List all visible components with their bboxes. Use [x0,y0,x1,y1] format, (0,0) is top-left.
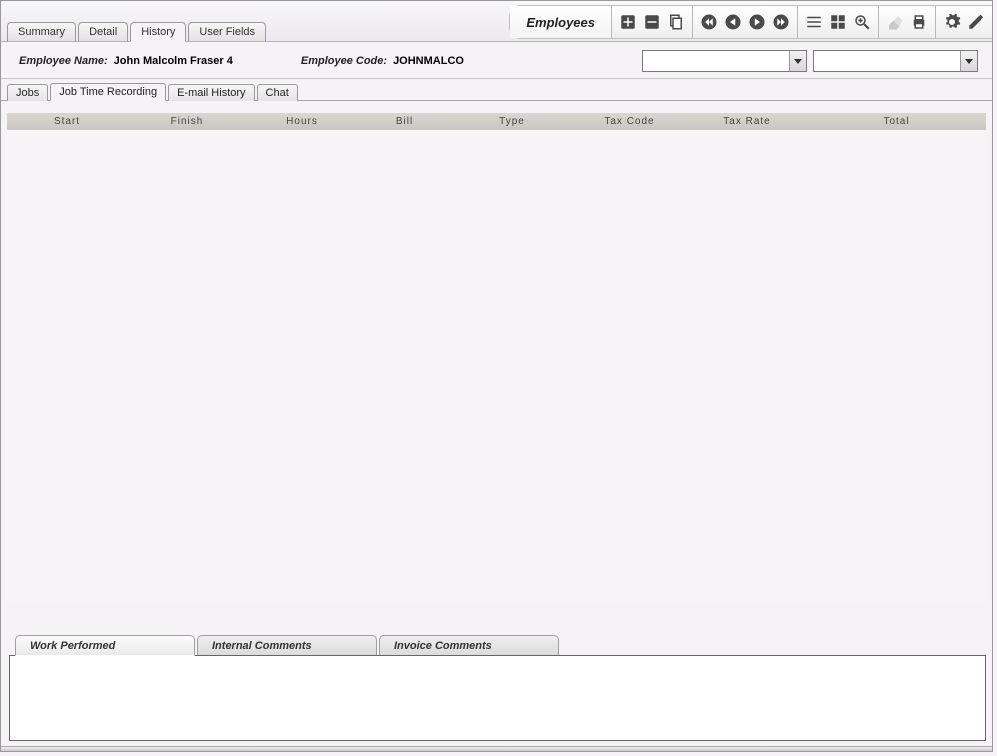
table-header: Start Finish Hours Bill Type Tax Code Ta… [7,113,986,130]
first-record-button[interactable] [698,11,720,33]
col-start[interactable]: Start [7,116,127,127]
tab-invoice-comments[interactable]: Invoice Comments [379,635,559,656]
copy-record-button[interactable] [665,11,687,33]
sub-tab-job-time[interactable]: Job Time Recording [50,83,166,101]
sub-tab-jobs[interactable]: Jobs [7,84,48,101]
filter-combo-1-input[interactable] [643,51,789,71]
module-title: Employees [510,6,612,38]
tab-user-fields[interactable]: User Fields [188,22,266,42]
employee-name-value: John Malcolm Fraser 4 [114,55,233,67]
time-recording-table: Start Finish Hours Bill Type Tax Code Ta… [7,113,986,603]
tab-summary[interactable]: Summary [7,22,76,42]
app-window: Employees [0,0,993,752]
list-view-button[interactable] [803,11,825,33]
statusbar [1,746,992,751]
sub-tab-email[interactable]: E-mail History [168,84,254,101]
top-toolbar-area: Employees [1,1,992,42]
filter-combo-2-input[interactable] [814,51,960,71]
col-tax-code[interactable]: Tax Code [572,116,687,127]
employee-code-label: Employee Code: [301,55,387,67]
delete-record-button[interactable] [641,11,663,33]
top-tabs: Summary Detail History User Fields [7,22,266,42]
toolbar-group-navigate [693,6,798,38]
col-total[interactable]: Total [807,116,986,127]
comments-section: Work Performed Internal Comments Invoice… [9,635,984,741]
filter-combo-1[interactable] [642,50,807,72]
col-hours[interactable]: Hours [247,116,357,127]
erase-button[interactable] [884,11,906,33]
prev-record-button[interactable] [722,11,744,33]
next-record-button[interactable] [746,11,768,33]
info-bar: Employee Name: John Malcolm Fraser 4 Emp… [1,42,992,79]
toolbar-group-record [612,6,693,38]
col-finish[interactable]: Finish [127,116,247,127]
chevron-down-icon[interactable] [789,51,806,71]
last-record-button[interactable] [770,11,792,33]
tab-detail[interactable]: Detail [78,22,128,42]
tab-internal-comments[interactable]: Internal Comments [197,635,377,656]
settings-button[interactable] [941,11,963,33]
col-type[interactable]: Type [452,116,572,127]
edit-pencil-button[interactable] [965,11,987,33]
sub-tab-chat[interactable]: Chat [257,84,298,101]
comments-tabs: Work Performed Internal Comments Invoice… [15,635,984,656]
comments-textarea[interactable] [9,655,986,741]
chevron-down-icon[interactable] [960,51,977,71]
grid-view-button[interactable] [827,11,849,33]
col-tax-rate[interactable]: Tax Rate [687,116,807,127]
new-record-button[interactable] [617,11,639,33]
toolbar-group-settings [936,6,992,38]
filter-combo-2[interactable] [813,50,978,72]
tab-work-performed[interactable]: Work Performed [15,635,195,656]
table-body-empty [7,130,986,600]
toolbar-group-view [798,6,879,38]
tab-history[interactable]: History [130,22,186,42]
employee-name-label: Employee Name: [19,55,108,67]
toolbar-group-output [879,6,936,38]
col-bill[interactable]: Bill [357,116,452,127]
print-button[interactable] [908,11,930,33]
main-toolbar: Employees [509,5,992,39]
zoom-button[interactable] [851,11,873,33]
employee-code-value: JOHNMALCO [393,55,464,67]
history-sub-tabs: Jobs Job Time Recording E-mail History C… [1,79,992,101]
